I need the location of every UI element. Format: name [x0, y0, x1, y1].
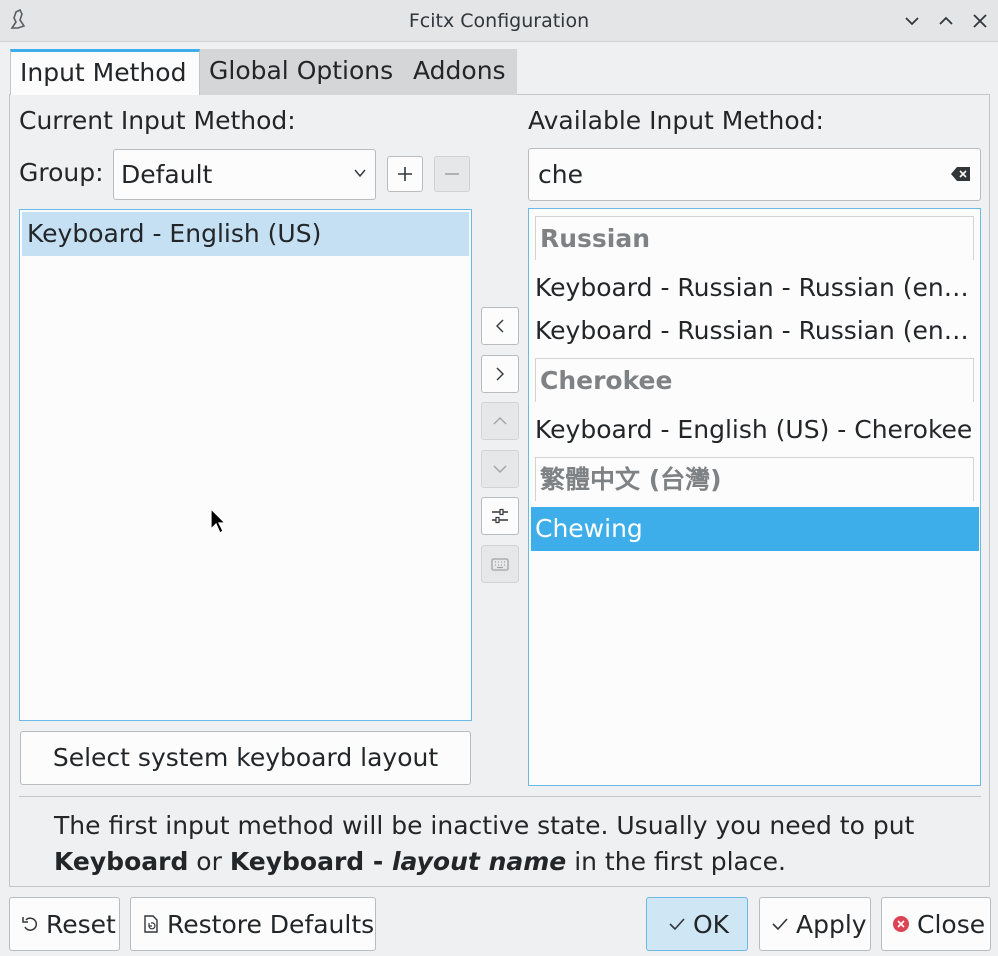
- group-combobox-value: Default: [121, 160, 213, 189]
- list-item[interactable]: Keyboard - Russian - Russian (engi…: [535, 309, 976, 353]
- plus-icon: [398, 167, 412, 181]
- move-down-button[interactable]: [481, 450, 519, 488]
- info-line-1: The first input method will be inactive …: [54, 811, 915, 840]
- chevron-down-icon: [493, 465, 507, 473]
- checkmark-icon: [669, 918, 685, 931]
- chevron-up-icon: [493, 417, 507, 425]
- list-item-selected[interactable]: Chewing: [531, 507, 979, 551]
- close-button[interactable]: Close: [881, 897, 991, 951]
- mouse-cursor-icon: [210, 507, 227, 534]
- tab-global-options[interactable]: Global Options: [200, 49, 406, 95]
- keyboard-icon: [491, 558, 509, 571]
- tab-addons[interactable]: Addons: [404, 49, 517, 95]
- search-input-value: che: [538, 160, 583, 189]
- configure-button[interactable]: [481, 497, 519, 535]
- chevron-left-icon: [496, 319, 504, 333]
- chevron-down-icon: [354, 169, 366, 178]
- close-circle-icon: [893, 916, 909, 932]
- list-item[interactable]: Keyboard - English (US) - Cherokee: [535, 408, 976, 452]
- move-left-button[interactable]: [481, 307, 519, 345]
- reset-button[interactable]: Reset: [9, 897, 120, 951]
- chevron-right-icon: [496, 367, 504, 381]
- available-input-method-list[interactable]: Russian Keyboard - Russian - Russian (en…: [528, 208, 981, 786]
- group-combobox[interactable]: Default: [113, 149, 376, 200]
- move-right-button[interactable]: [481, 355, 519, 393]
- available-input-method-heading: Available Input Method:: [528, 106, 824, 135]
- clear-text-icon[interactable]: [950, 165, 972, 183]
- category-header-cherokee: Cherokee: [535, 358, 974, 402]
- restore-defaults-button[interactable]: Restore Defaults: [130, 897, 376, 951]
- list-item[interactable]: Keyboard - English (US): [22, 212, 469, 256]
- restore-defaults-label: Restore Defaults: [167, 909, 375, 939]
- category-header-traditional-chinese: 繁體中文 (台灣): [535, 457, 974, 501]
- minus-icon: [445, 173, 459, 175]
- checkmark-icon: [772, 918, 788, 931]
- window-title: Fcitx Configuration: [408, 10, 590, 32]
- info-text: The first input method will be inactive …: [54, 808, 954, 880]
- sliders-icon: [492, 508, 508, 524]
- remove-group-button[interactable]: [434, 156, 470, 192]
- category-header-russian: Russian: [535, 216, 974, 260]
- search-input[interactable]: che: [528, 148, 981, 201]
- list-item[interactable]: Keyboard - Russian - Russian (engi…: [535, 266, 976, 310]
- info-line-2: Keyboard or Keyboard - layout name in th…: [54, 847, 786, 876]
- title-bar[interactable]: Fcitx Configuration: [0, 0, 998, 42]
- maximize-icon[interactable]: [934, 9, 958, 33]
- select-system-keyboard-layout-button[interactable]: Select system keyboard layout: [20, 731, 471, 785]
- ok-label: OK: [693, 909, 730, 939]
- apply-button[interactable]: Apply: [759, 897, 871, 951]
- group-label: Group:: [19, 158, 104, 187]
- ok-button[interactable]: OK: [646, 897, 748, 951]
- add-group-button[interactable]: [387, 156, 423, 192]
- close-window-icon[interactable]: [968, 9, 992, 33]
- minimize-icon[interactable]: [900, 9, 924, 33]
- close-label: Close: [917, 909, 986, 939]
- move-up-button[interactable]: [481, 402, 519, 440]
- undo-icon: [22, 917, 38, 931]
- current-input-method-list[interactable]: Keyboard - English (US): [19, 209, 472, 721]
- keyboard-layout-button[interactable]: [481, 545, 519, 583]
- tab-input-method[interactable]: Input Method: [10, 49, 200, 95]
- document-revert-icon: [144, 915, 158, 933]
- divider: [19, 796, 981, 797]
- apply-label: Apply: [796, 909, 867, 939]
- reset-label: Reset: [46, 909, 116, 939]
- current-input-method-heading: Current Input Method:: [19, 106, 296, 135]
